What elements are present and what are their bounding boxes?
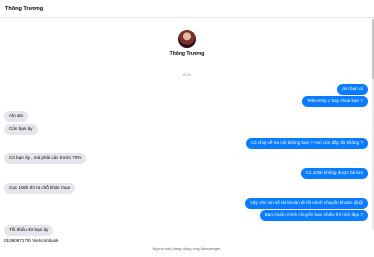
message-incoming[interactable]: Tối thiểu 4tr bạn ảy xyxy=(4,225,54,236)
chat-header: Thông Trương xyxy=(0,0,374,18)
message-incoming[interactable]: Alo alo xyxy=(4,111,29,122)
message-outgoing[interactable]: Bạn muốn mình chuyển bao nhiêu thì mới đ… xyxy=(259,210,368,221)
profile-card: Thông Trương xyxy=(0,30,374,57)
message-outgoing[interactable]: Có chip về tra nội không bạn ? Hơi còn đ… xyxy=(245,138,368,149)
avatar[interactable] xyxy=(178,30,196,48)
message-incoming[interactable]: Có bạn ảy , mà phải các trước 70% xyxy=(4,153,87,164)
contact-name[interactable]: Thông Trương xyxy=(5,6,43,12)
profile-name: Thông Trương xyxy=(169,51,205,57)
timestamp: 8:09 xyxy=(183,72,191,77)
message-outgoing[interactable]: Telecomp c bay chua bạn ? xyxy=(302,96,368,107)
footer-note: Người này đang dùng ứng Messenger. xyxy=(152,246,222,251)
message-outgoing[interactable]: Alo bạn ơi xyxy=(337,84,368,95)
message-incoming[interactable]: Còn bạn ảy xyxy=(4,124,38,135)
message-incoming[interactable]: Cọc 100k thì ra chỗ khác mua xyxy=(4,183,76,194)
message-incoming[interactable]: 0109097178\ Vietcombank xyxy=(4,238,59,243)
message-outgoing[interactable]: Có 100k không được bà bro xyxy=(300,168,368,179)
message-outgoing[interactable]: Vậy cho xin số tài khoản đi rồi mình chu… xyxy=(244,198,368,209)
